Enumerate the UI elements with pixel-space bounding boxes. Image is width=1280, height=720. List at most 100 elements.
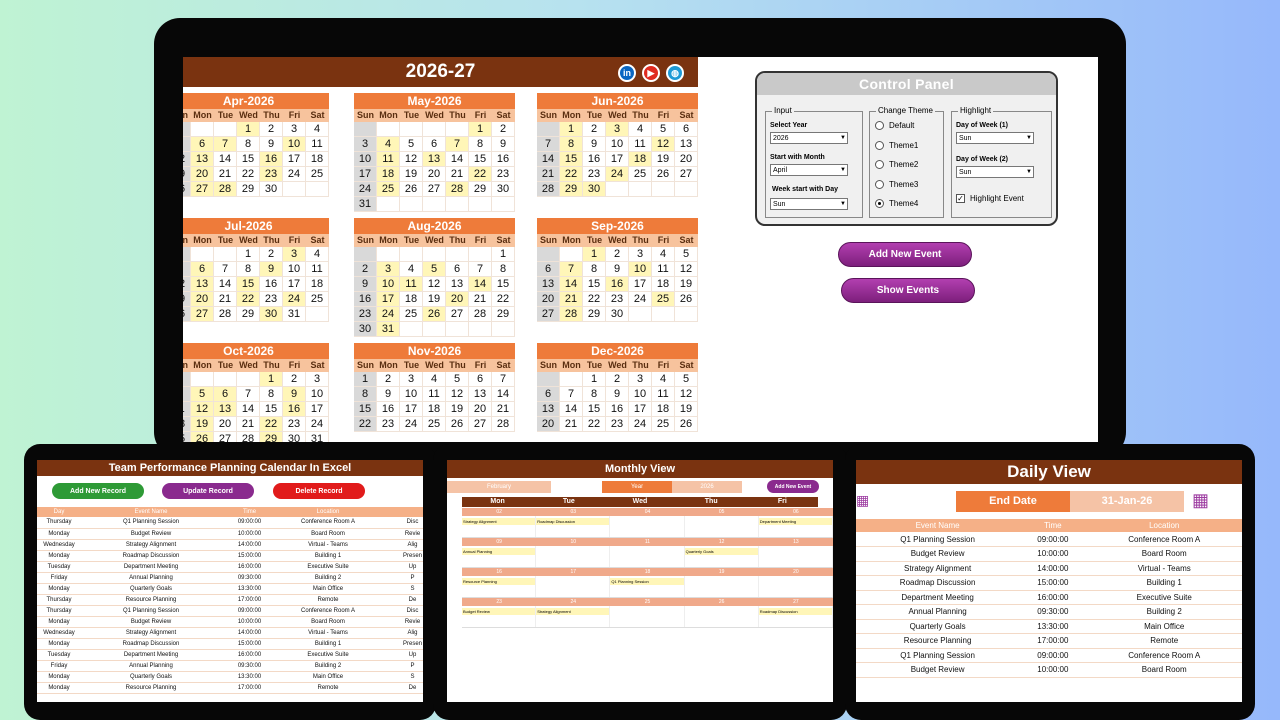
day-slot[interactable] (759, 546, 833, 567)
day-cell[interactable]: 10 (283, 137, 306, 152)
day-cell[interactable]: 11 (183, 402, 191, 417)
day-cell[interactable] (214, 247, 237, 262)
table-row[interactable]: Resource Planning 17:00:00 Remote (856, 633, 1242, 649)
day-cell[interactable]: 18 (652, 402, 675, 417)
day-cell[interactable] (377, 197, 400, 212)
day-cell[interactable]: 25 (652, 292, 675, 307)
event-chip[interactable]: Roadmap Discussion (536, 518, 610, 525)
day-cell[interactable]: 4 (306, 122, 329, 137)
add-record-button[interactable]: Add New Record (52, 483, 144, 499)
day-cell[interactable]: 18 (183, 417, 191, 432)
day-cell[interactable]: 11 (306, 262, 329, 277)
day-cell[interactable]: 12 (652, 137, 675, 152)
day-cell[interactable]: 13 (469, 387, 492, 402)
day-cell[interactable]: 9 (283, 387, 306, 402)
linkedin-icon[interactable]: in (618, 64, 636, 82)
day-cell[interactable]: 14 (537, 152, 560, 167)
day-cell[interactable]: 6 (191, 137, 214, 152)
day-cell[interactable]: 24 (283, 292, 306, 307)
day-cell[interactable]: 4 (183, 387, 191, 402)
day-cell[interactable]: 16 (283, 402, 306, 417)
day-cell[interactable]: 18 (306, 277, 329, 292)
day-cell[interactable]: 2 (260, 247, 283, 262)
day-cell[interactable]: 24 (400, 417, 423, 432)
select-year-dropdown[interactable]: 2026 (770, 132, 848, 144)
dow1-dropdown[interactable]: Sun (956, 132, 1034, 144)
table-row[interactable]: Annual Planning 09:30:00 Building 2 (856, 604, 1242, 620)
day-cell[interactable]: 8 (583, 387, 606, 402)
day-cell[interactable]: 15 (260, 402, 283, 417)
day-cell[interactable]: 23 (606, 292, 629, 307)
day-cell[interactable] (423, 197, 446, 212)
day-cell[interactable]: 15 (237, 152, 260, 167)
day-cell[interactable]: 24 (629, 292, 652, 307)
day-cell[interactable] (629, 182, 652, 197)
day-cell[interactable]: 14 (214, 277, 237, 292)
youtube-icon[interactable]: ▶ (642, 64, 660, 82)
day-cell[interactable]: 8 (469, 137, 492, 152)
day-cell[interactable]: 13 (675, 137, 698, 152)
day-cell[interactable]: 6 (214, 387, 237, 402)
day-cell[interactable]: 8 (560, 137, 583, 152)
day-cell[interactable]: 28 (214, 182, 237, 197)
day-cell[interactable]: 21 (214, 167, 237, 182)
day-cell[interactable]: 22 (492, 292, 515, 307)
year-select[interactable]: 2026 (672, 481, 742, 493)
day-slot[interactable]: Annual Planning (462, 546, 537, 567)
day-cell[interactable]: 23 (606, 417, 629, 432)
day-cell[interactable]: 3 (400, 372, 423, 387)
event-chip[interactable]: Strategy Alignment (462, 518, 536, 525)
event-chip[interactable]: Resource Planning (462, 578, 536, 585)
day-cell[interactable]: 24 (306, 417, 329, 432)
dow2-dropdown[interactable]: Sun (956, 166, 1034, 178)
day-cell[interactable]: 8 (492, 262, 515, 277)
day-cell[interactable]: 25 (629, 167, 652, 182)
day-cell[interactable]: 30 (283, 432, 306, 442)
day-cell[interactable] (652, 182, 675, 197)
day-cell[interactable]: 18 (652, 277, 675, 292)
day-cell[interactable]: 7 (214, 262, 237, 277)
day-cell[interactable]: 27 (469, 417, 492, 432)
website-icon[interactable]: ◍ (666, 64, 684, 82)
day-cell[interactable]: 11 (377, 152, 400, 167)
day-cell[interactable]: 22 (237, 292, 260, 307)
day-cell[interactable]: 26 (183, 307, 191, 322)
day-cell[interactable]: 5 (400, 137, 423, 152)
day-cell[interactable]: 2 (354, 262, 377, 277)
day-cell[interactable]: 11 (629, 137, 652, 152)
day-cell[interactable]: 9 (260, 137, 283, 152)
day-cell[interactable] (354, 247, 377, 262)
day-cell[interactable]: 25 (306, 167, 329, 182)
day-cell[interactable]: 3 (283, 122, 306, 137)
day-cell[interactable]: 25 (400, 307, 423, 322)
day-slot[interactable]: Q1 Planning Session (610, 576, 685, 597)
day-cell[interactable]: 26 (423, 307, 446, 322)
day-cell[interactable]: 9 (583, 137, 606, 152)
day-cell[interactable]: 12 (675, 262, 698, 277)
monthly-add-event-button[interactable]: Add New Event (767, 480, 819, 493)
day-cell[interactable]: 29 (260, 432, 283, 442)
day-cell[interactable]: 2 (283, 372, 306, 387)
day-cell[interactable]: 8 (237, 137, 260, 152)
day-cell[interactable] (537, 372, 560, 387)
day-cell[interactable] (492, 197, 515, 212)
day-cell[interactable]: 30 (354, 322, 377, 337)
day-cell[interactable]: 15 (237, 277, 260, 292)
day-cell[interactable]: 10 (354, 152, 377, 167)
day-cell[interactable]: 31 (377, 322, 400, 337)
day-cell[interactable]: 2 (492, 122, 515, 137)
day-cell[interactable]: 21 (560, 417, 583, 432)
day-cell[interactable]: 15 (492, 277, 515, 292)
day-cell[interactable]: 3 (306, 372, 329, 387)
day-cell[interactable] (423, 122, 446, 137)
day-cell[interactable] (606, 182, 629, 197)
day-cell[interactable]: 26 (183, 182, 191, 197)
table-row[interactable]: Department Meeting 16:00:00 Executive Suit… (856, 590, 1242, 605)
day-cell[interactable]: 8 (260, 387, 283, 402)
day-cell[interactable]: 12 (423, 277, 446, 292)
table-row[interactable]: Wednesday Strategy Alignment 14:00:00 Virtu… (37, 627, 423, 639)
delete-record-button[interactable]: Delete Record (273, 483, 365, 499)
day-cell[interactable]: 21 (469, 292, 492, 307)
day-cell[interactable]: 23 (283, 417, 306, 432)
day-cell[interactable]: 19 (652, 152, 675, 167)
